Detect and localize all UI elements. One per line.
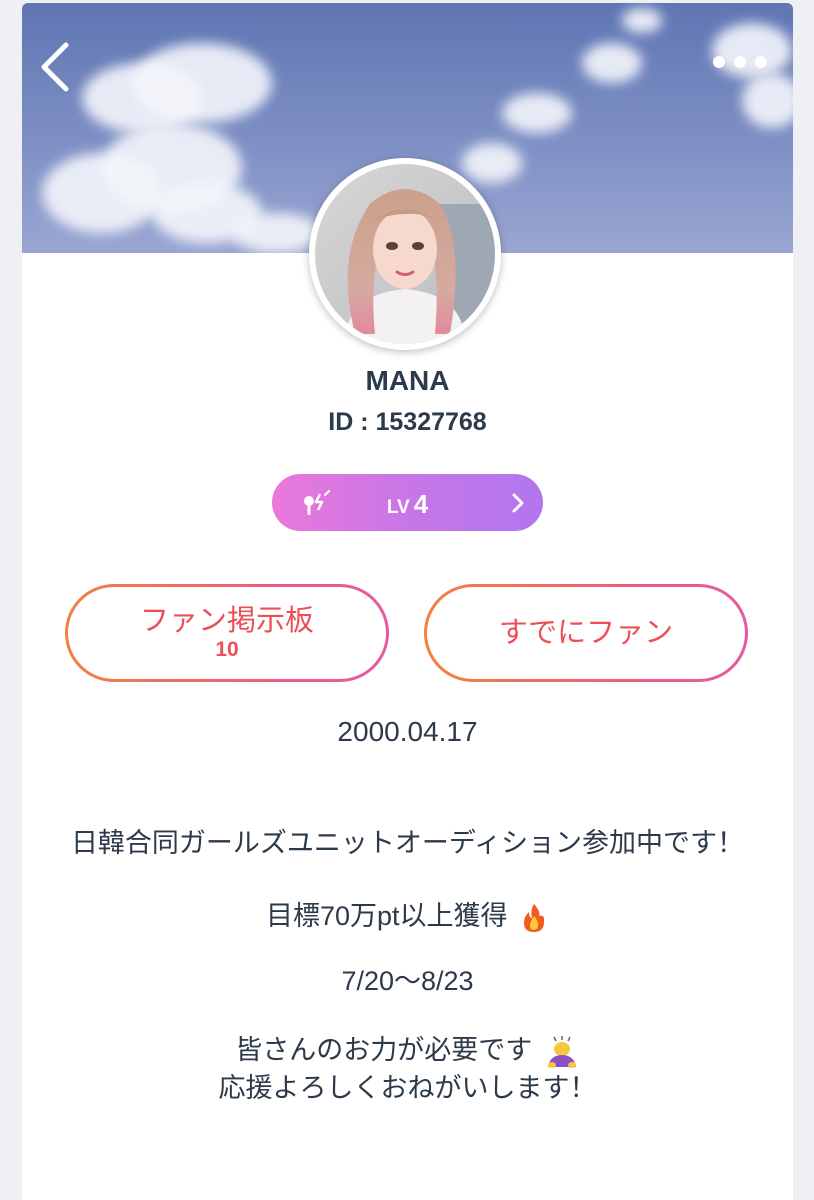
more-options-button[interactable] (705, 47, 775, 77)
avatar[interactable] (309, 158, 501, 350)
birthday-text: 2000.04.17 (337, 716, 478, 747)
chevron-left-icon (41, 42, 69, 92)
fan-board-label: ファン掲示板 (139, 605, 314, 637)
profile-card: MANA ID : 15327768 LV 4 ファン掲示板 10 すでにファン … (22, 3, 793, 1200)
more-dot (734, 56, 746, 68)
chevron-right-icon (512, 493, 524, 513)
bio-line-2: 目標70万pt以上獲得 (265, 901, 508, 931)
already-fan-button-inner: すでにファン (427, 587, 745, 679)
profile-id: ID : 15327768 (328, 408, 487, 436)
avatar-photo (315, 164, 495, 344)
fan-board-button-inner: ファン掲示板 10 (68, 587, 386, 679)
level-badge-button[interactable]: LV 4 (272, 474, 543, 531)
fan-board-count: 10 (215, 638, 239, 661)
level-prefix: LV (386, 497, 410, 518)
bio-line-4: 皆さんのお力が必要です (235, 1035, 533, 1065)
more-dot (755, 56, 767, 68)
more-dots-icon (713, 56, 725, 68)
level-text: LV 4 (272, 489, 543, 520)
level-value: 4 (413, 489, 429, 519)
back-button[interactable] (32, 39, 82, 95)
profile-name: MANA (365, 365, 450, 396)
bio-line-3: 7/20〜8/23 (341, 966, 474, 996)
fire-emoji-icon (524, 903, 545, 932)
bio-line-2-wrap: 目標70万pt以上獲得 (22, 894, 793, 934)
bowing-person-emoji-icon (547, 1035, 576, 1068)
bio-line-4-wrap: 皆さんのお力が必要です (22, 1028, 793, 1069)
bio-line-1: 日韓合同ガールズユニットオーディション参加中です！ (70, 828, 745, 858)
already-fan-button[interactable]: すでにファン (424, 584, 748, 682)
bio-line-5: 応援よろしくおねがいします！ (218, 1073, 597, 1103)
already-fan-label: すでにファン (498, 617, 674, 649)
fan-board-button[interactable]: ファン掲示板 10 (65, 584, 389, 682)
